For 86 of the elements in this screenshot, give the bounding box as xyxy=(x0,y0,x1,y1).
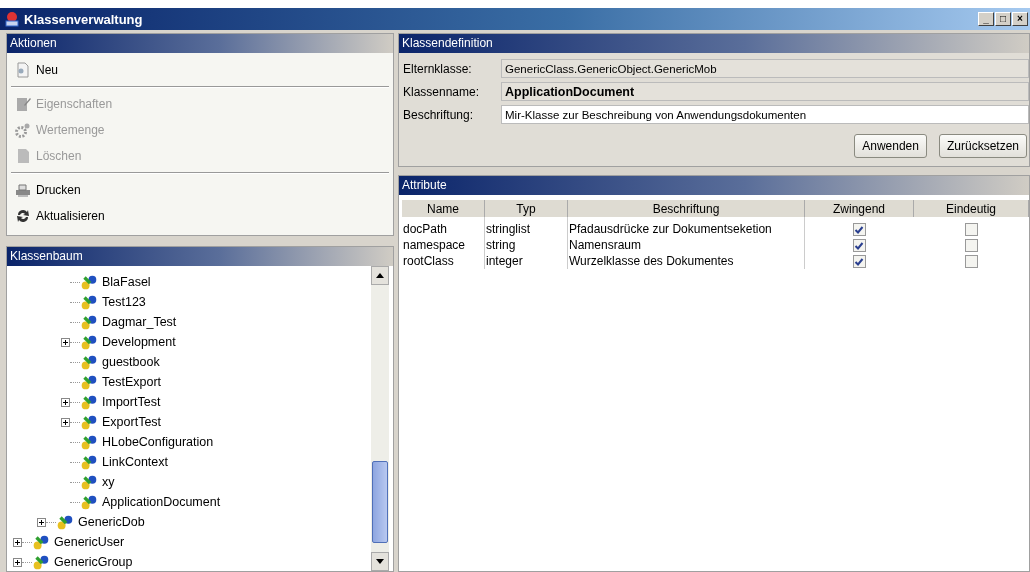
panel-header: Attribute xyxy=(399,176,1029,195)
action-item[interactable]: Aktualisieren xyxy=(11,203,389,229)
refresh-icon xyxy=(15,208,31,224)
panel-header: Klassendefinition xyxy=(399,34,1029,53)
tree-item[interactable]: TestExport xyxy=(101,375,163,389)
window-title: Klassenverwaltung xyxy=(24,11,143,27)
document-icon xyxy=(15,148,31,164)
document-icon xyxy=(15,62,31,78)
tree-item[interactable]: Development xyxy=(101,335,177,349)
text-field[interactable]: GenericClass.GenericObject.GenericMob xyxy=(501,59,1029,78)
tree-item[interactable]: guestbook xyxy=(101,355,161,369)
class-icon xyxy=(80,293,98,311)
tree-item[interactable]: GenericGroup xyxy=(53,555,134,569)
tree-item[interactable]: GenericUser xyxy=(53,535,126,549)
tree-item[interactable]: HLobeConfiguration xyxy=(101,435,215,449)
column-header[interactable]: Zwingend xyxy=(804,200,914,217)
class-icon xyxy=(56,513,74,531)
tree-item[interactable]: GenericDob xyxy=(77,515,146,529)
text-field[interactable]: Mir-Klasse zur Beschreibung von Anwendungsdokumenten xyxy=(501,105,1029,124)
printer-icon xyxy=(15,182,31,198)
column-header[interactable]: Eindeutig xyxy=(913,200,1029,217)
class-icon xyxy=(80,273,98,291)
tree-item[interactable]: ExportTest xyxy=(101,415,163,429)
scrollbar-thumb[interactable] xyxy=(372,461,388,544)
tree-item[interactable]: Dagmar_Test xyxy=(101,315,178,329)
tree-item[interactable]: BlaFasel xyxy=(101,275,152,289)
tree-item[interactable]: LinkContext xyxy=(101,455,169,469)
action-item[interactable]: Drucken xyxy=(11,177,389,203)
scrollbar[interactable] xyxy=(371,266,389,571)
class-icon xyxy=(80,493,98,511)
tree-item[interactable]: Test123 xyxy=(101,295,147,309)
class-icon xyxy=(80,473,98,491)
checkbox[interactable] xyxy=(852,223,866,237)
table-cell: Pfadausdrücke zur Dokumentseketion xyxy=(567,217,805,237)
tree-item[interactable]: ApplicationDocument xyxy=(101,495,222,509)
column-header[interactable]: Beschriftung xyxy=(567,200,805,217)
panel-header: Aktionen xyxy=(7,34,393,53)
expand-toggle[interactable] xyxy=(37,517,46,527)
class-icon xyxy=(32,553,50,571)
document-icon xyxy=(15,96,31,112)
checkbox[interactable] xyxy=(964,223,978,237)
class-icon xyxy=(80,393,98,411)
table-cell: Namensraum xyxy=(567,237,805,253)
class-icon xyxy=(80,313,98,331)
checkbox[interactable] xyxy=(852,255,866,269)
checkbox[interactable] xyxy=(964,239,978,253)
dialog-button[interactable]: Anwenden xyxy=(854,134,927,158)
table-cell: docPath xyxy=(402,217,485,237)
panel-header: Klassenbaum xyxy=(7,247,393,266)
field-label: Klassenname: xyxy=(403,84,481,99)
maximize-button[interactable]: □ xyxy=(995,12,1011,26)
dialog-button[interactable]: Zurücksetzen xyxy=(938,134,1027,158)
expand-toggle[interactable] xyxy=(61,397,70,407)
class-icon xyxy=(80,453,98,471)
gear-icon xyxy=(15,122,31,138)
expand-toggle[interactable] xyxy=(13,537,22,547)
table-cell: namespace xyxy=(402,237,485,253)
class-icon xyxy=(80,353,98,371)
action-item[interactable]: Neu xyxy=(11,57,389,87)
class-icon xyxy=(80,333,98,351)
minimize-button[interactable]: _ xyxy=(978,12,994,26)
class-icon xyxy=(80,433,98,451)
field-label: Elternklasse: xyxy=(403,61,473,76)
checkbox[interactable] xyxy=(852,239,866,253)
column-header[interactable]: Typ xyxy=(484,200,568,217)
checkbox[interactable] xyxy=(964,255,978,269)
down-arrow-icon xyxy=(376,559,384,564)
table-cell: stringlist xyxy=(484,217,568,237)
table-cell: string xyxy=(484,237,568,253)
table-cell: Wurzelklasse des Dokumentes xyxy=(567,253,805,269)
close-button[interactable]: × xyxy=(1012,12,1028,26)
class-icon xyxy=(80,413,98,431)
column-header[interactable]: Name xyxy=(402,200,485,217)
tree-item[interactable]: ImportTest xyxy=(101,395,162,409)
class-icon xyxy=(80,373,98,391)
up-arrow-icon xyxy=(376,273,384,278)
field-label: Beschriftung: xyxy=(403,107,475,122)
text-field[interactable]: ApplicationDocument xyxy=(501,82,1029,101)
app-icon xyxy=(4,11,20,27)
expand-toggle[interactable] xyxy=(61,337,70,347)
expand-toggle[interactable] xyxy=(13,557,22,567)
table-cell: integer xyxy=(484,253,568,269)
tree-item[interactable]: xy xyxy=(101,475,116,489)
expand-toggle[interactable] xyxy=(61,417,70,427)
class-icon xyxy=(32,533,50,551)
table-cell: rootClass xyxy=(402,253,485,269)
